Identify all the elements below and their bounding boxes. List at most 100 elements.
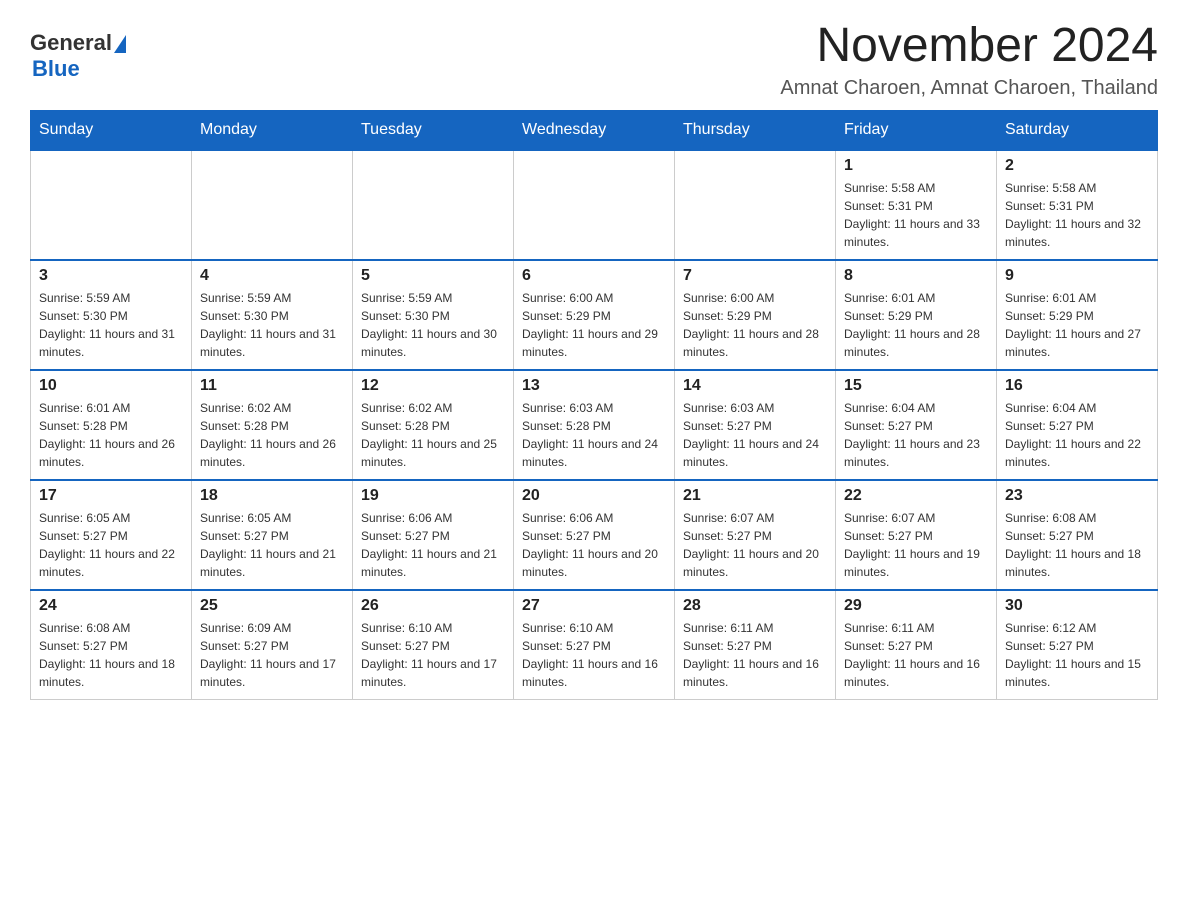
day-number: 11 [200,377,344,395]
calendar-day-cell: 4 Sunrise: 5:59 AMSunset: 5:30 PMDaylight… [192,260,353,370]
calendar-day-cell: 20 Sunrise: 6:06 AMSunset: 5:27 PMDayligh… [514,480,675,590]
calendar-day-cell: 6Sunrise: 6:00 AMSunset: 5:29 PMDaylight… [514,260,675,370]
day-info: Sunrise: 6:05 AMSunset: 5:27 PMDaylight:… [39,509,183,581]
day-info: Sunrise: 6:12 AMSunset: 5:27 PMDaylight:… [1005,619,1149,691]
day-number: 16 [1005,377,1149,395]
calendar-week-row: 17Sunrise: 6:05 AMSunset: 5:27 PMDayligh… [31,480,1158,590]
day-number: 28 [683,597,827,615]
title-block: November 2024 Amnat Charoen, Amnat Charo… [780,20,1158,100]
day-info: Sunrise: 5:58 AMSunset: 5:31 PMDaylight:… [844,179,988,251]
calendar-day-cell: 15Sunrise: 6:04 AMSunset: 5:27 PMDayligh… [836,370,997,480]
calendar-day-cell: 13Sunrise: 6:03 AMSunset: 5:28 PMDayligh… [514,370,675,480]
day-number: 4 [200,267,344,285]
calendar-day-cell: 29Sunrise: 6:11 AMSunset: 5:27 PMDayligh… [836,590,997,700]
day-info: Sunrise: 6:11 AMSunset: 5:27 PMDaylight:… [683,619,827,691]
calendar-day-cell: 18Sunrise: 6:05 AMSunset: 5:27 PMDayligh… [192,480,353,590]
calendar-day-cell: 9Sunrise: 6:01 AMSunset: 5:29 PMDaylight… [997,260,1158,370]
day-number: 1 [844,157,988,175]
calendar-week-row: 10 Sunrise: 6:01 AMSunset: 5:28 PMDayligh… [31,370,1158,480]
day-info: Sunrise: 5:58 AMSunset: 5:31 PMDaylight:… [1005,179,1149,251]
day-number: 20 [522,487,666,505]
day-info: Sunrise: 6:02 AMSunset: 5:28 PMDaylight:… [200,399,344,471]
calendar-day-header: Monday [192,110,353,150]
calendar-day-cell: 16 Sunrise: 6:04 AMSunset: 5:27 PMDayligh… [997,370,1158,480]
calendar-day-cell: 24 Sunrise: 6:08 AMSunset: 5:27 PMDayligh… [31,590,192,700]
calendar-day-cell: 10 Sunrise: 6:01 AMSunset: 5:28 PMDayligh… [31,370,192,480]
day-number: 24 [39,597,183,615]
calendar-day-header: Saturday [997,110,1158,150]
calendar-week-row: 1 Sunrise: 5:58 AMSunset: 5:31 PMDaylight… [31,150,1158,260]
calendar-day-header: Thursday [675,110,836,150]
calendar-day-cell: 14Sunrise: 6:03 AMSunset: 5:27 PMDayligh… [675,370,836,480]
calendar-day-cell [31,150,192,260]
day-number: 10 [39,377,183,395]
day-number: 26 [361,597,505,615]
page-header: General Blue November 2024 Amnat Charoen… [30,20,1158,100]
day-info: Sunrise: 6:01 AMSunset: 5:29 PMDaylight:… [1005,289,1149,361]
calendar-day-header: Wednesday [514,110,675,150]
calendar-day-cell: 8 Sunrise: 6:01 AMSunset: 5:29 PMDaylight… [836,260,997,370]
calendar-day-cell: 28 Sunrise: 6:11 AMSunset: 5:27 PMDayligh… [675,590,836,700]
day-info: Sunrise: 6:07 AMSunset: 5:27 PMDaylight:… [683,509,827,581]
day-info: Sunrise: 5:59 AMSunset: 5:30 PMDaylight:… [361,289,505,361]
calendar-day-cell: 12 Sunrise: 6:02 AMSunset: 5:28 PMDayligh… [353,370,514,480]
day-number: 25 [200,597,344,615]
day-number: 8 [844,267,988,285]
calendar-day-cell: 17Sunrise: 6:05 AMSunset: 5:27 PMDayligh… [31,480,192,590]
logo-blue-text: Blue [32,56,80,82]
day-info: Sunrise: 6:06 AMSunset: 5:27 PMDaylight:… [361,509,505,581]
calendar-day-cell: 19 Sunrise: 6:06 AMSunset: 5:27 PMDayligh… [353,480,514,590]
day-info: Sunrise: 6:04 AMSunset: 5:27 PMDaylight:… [1005,399,1149,471]
calendar-day-cell: 27Sunrise: 6:10 AMSunset: 5:27 PMDayligh… [514,590,675,700]
calendar-day-cell: 25Sunrise: 6:09 AMSunset: 5:27 PMDayligh… [192,590,353,700]
day-info: Sunrise: 5:59 AMSunset: 5:30 PMDaylight:… [200,289,344,361]
day-info: Sunrise: 6:02 AMSunset: 5:28 PMDaylight:… [361,399,505,471]
calendar-day-cell: 5 Sunrise: 5:59 AMSunset: 5:30 PMDaylight… [353,260,514,370]
calendar-header: SundayMondayTuesdayWednesdayThursdayFrid… [31,110,1158,150]
calendar-day-cell: 30 Sunrise: 6:12 AMSunset: 5:27 PMDayligh… [997,590,1158,700]
day-info: Sunrise: 6:04 AMSunset: 5:27 PMDaylight:… [844,399,988,471]
calendar-day-cell: 26 Sunrise: 6:10 AMSunset: 5:27 PMDayligh… [353,590,514,700]
calendar-day-cell [353,150,514,260]
page-subtitle: Amnat Charoen, Amnat Charoen, Thailand [780,77,1158,100]
day-info: Sunrise: 6:05 AMSunset: 5:27 PMDaylight:… [200,509,344,581]
day-info: Sunrise: 6:00 AMSunset: 5:29 PMDaylight:… [683,289,827,361]
calendar-day-cell: 11 Sunrise: 6:02 AMSunset: 5:28 PMDayligh… [192,370,353,480]
day-info: Sunrise: 6:08 AMSunset: 5:27 PMDaylight:… [39,619,183,691]
calendar-day-cell: 7 Sunrise: 6:00 AMSunset: 5:29 PMDaylight… [675,260,836,370]
day-number: 2 [1005,157,1149,175]
day-number: 23 [1005,487,1149,505]
calendar-day-cell: 23Sunrise: 6:08 AMSunset: 5:27 PMDayligh… [997,480,1158,590]
day-number: 7 [683,267,827,285]
calendar-day-cell [675,150,836,260]
calendar-week-row: 24 Sunrise: 6:08 AMSunset: 5:27 PMDayligh… [31,590,1158,700]
day-info: Sunrise: 6:07 AMSunset: 5:27 PMDaylight:… [844,509,988,581]
day-info: Sunrise: 6:10 AMSunset: 5:27 PMDaylight:… [361,619,505,691]
page-title: November 2024 [780,20,1158,73]
calendar-day-cell [192,150,353,260]
day-info: Sunrise: 6:06 AMSunset: 5:27 PMDaylight:… [522,509,666,581]
day-info: Sunrise: 6:01 AMSunset: 5:29 PMDaylight:… [844,289,988,361]
calendar-day-cell [514,150,675,260]
calendar-day-cell: 2 Sunrise: 5:58 AMSunset: 5:31 PMDaylight… [997,150,1158,260]
day-number: 5 [361,267,505,285]
calendar-day-header: Tuesday [353,110,514,150]
calendar-table: SundayMondayTuesdayWednesdayThursdayFrid… [30,110,1158,701]
calendar-day-cell: 1 Sunrise: 5:58 AMSunset: 5:31 PMDaylight… [836,150,997,260]
day-info: Sunrise: 6:03 AMSunset: 5:27 PMDaylight:… [683,399,827,471]
calendar-day-header: Friday [836,110,997,150]
day-info: Sunrise: 6:03 AMSunset: 5:28 PMDaylight:… [522,399,666,471]
day-info: Sunrise: 6:01 AMSunset: 5:28 PMDaylight:… [39,399,183,471]
calendar-day-cell: 3 Sunrise: 5:59 AMSunset: 5:30 PMDaylight… [31,260,192,370]
day-number: 12 [361,377,505,395]
day-info: Sunrise: 6:00 AMSunset: 5:29 PMDaylight:… [522,289,666,361]
day-info: Sunrise: 5:59 AMSunset: 5:30 PMDaylight:… [39,289,183,361]
day-info: Sunrise: 6:11 AMSunset: 5:27 PMDaylight:… [844,619,988,691]
calendar-day-cell: 21Sunrise: 6:07 AMSunset: 5:27 PMDayligh… [675,480,836,590]
day-number: 30 [1005,597,1149,615]
day-number: 3 [39,267,183,285]
calendar-body: 1 Sunrise: 5:58 AMSunset: 5:31 PMDaylight… [31,150,1158,700]
calendar-week-row: 3 Sunrise: 5:59 AMSunset: 5:30 PMDaylight… [31,260,1158,370]
day-number: 19 [361,487,505,505]
calendar-day-cell: 22Sunrise: 6:07 AMSunset: 5:27 PMDayligh… [836,480,997,590]
